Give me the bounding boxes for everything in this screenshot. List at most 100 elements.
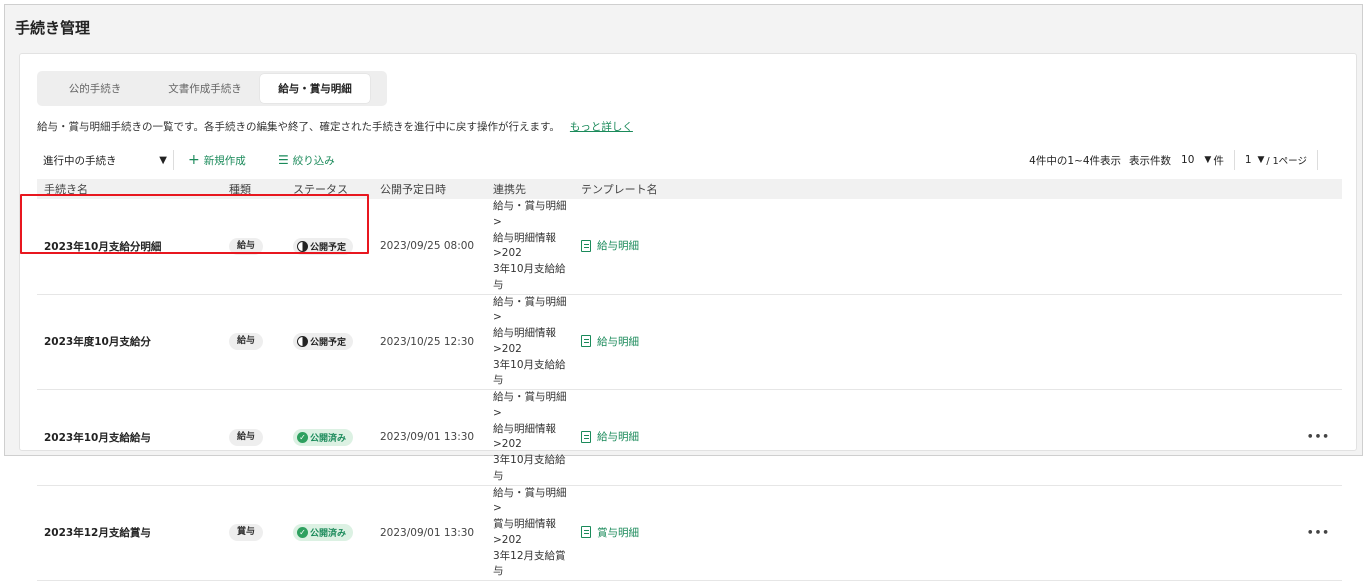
procedure-table: 手続き名 種類 ステータス 公開予定日時 連携先 テンプレート名 2023年10… xyxy=(37,179,1342,581)
tab-bar: 公的手続き 文書作成手続き 給与・賞与明細 xyxy=(37,71,387,106)
procedure-name[interactable]: 2023年度10月支給分 xyxy=(37,294,222,390)
header-name: 手続き名 xyxy=(37,179,222,199)
document-icon xyxy=(581,335,591,347)
table-row[interactable]: 2023年10月支給分明細 給与 公開予定 2023/09/25 08:00 給… xyxy=(37,199,1342,295)
document-icon xyxy=(581,526,591,538)
procedure-name[interactable]: 2023年10月支給分明細 xyxy=(37,199,222,295)
table-row[interactable]: 2023年10月支給給与 給与 ✓ 公開済み 2023/09/01 13:30 給… xyxy=(37,389,1342,486)
new-button[interactable]: + 新規作成 xyxy=(188,150,246,170)
type-badge: 賞与 xyxy=(229,524,263,542)
linked-to-line: 給与・賞与明細> xyxy=(493,200,567,228)
more-menu-button[interactable]: ••• xyxy=(734,389,1342,486)
status-label: 公開予定 xyxy=(310,338,347,349)
template-link[interactable]: 給与明細 xyxy=(581,429,639,444)
tab-document-procedures[interactable]: 文書作成手続き xyxy=(150,74,260,103)
check-circle-icon: ✓ xyxy=(297,527,308,539)
more-menu-button[interactable] xyxy=(734,294,1342,390)
type-badge: 給与 xyxy=(229,428,263,446)
new-button-label: 新規作成 xyxy=(203,154,246,167)
status-label: 公開済み xyxy=(310,433,347,444)
check-circle-icon: ✓ xyxy=(297,431,308,443)
status-badge: 公開予定 xyxy=(293,333,354,351)
status-label: 公開予定 xyxy=(310,242,347,253)
divider xyxy=(1233,150,1235,170)
status-label: 公開済み xyxy=(310,529,347,540)
linked-to-line: 3年10月支給給与 xyxy=(493,454,566,482)
publish-date: 2023/09/01 13:30 xyxy=(373,389,486,486)
status-badge: ✓ 公開済み xyxy=(293,428,354,446)
procedure-name[interactable]: 2023年12月支給賞与 xyxy=(37,485,222,581)
half-circle-icon xyxy=(297,240,308,252)
type-badge: 給与 xyxy=(229,333,263,351)
linked-to-line: 賞与明細情報>202 xyxy=(493,518,556,546)
linked-to: 給与・賞与明細> 給与明細情報>202 3年10月支給給与 xyxy=(486,294,574,390)
tab-public-procedures[interactable]: 公的手続き xyxy=(40,74,150,103)
procedure-filter-select[interactable]: 進行中の手続き ▼ xyxy=(37,150,174,170)
linked-to-line: 給与明細情報>202 xyxy=(493,422,556,451)
template-link[interactable]: 賞与明細 xyxy=(581,525,639,540)
toolbar: 進行中の手続き ▼ + 新規作成 ☰ 絞り込み 4件中の1~4件表示 表示件数 … xyxy=(37,150,1342,170)
header-actions xyxy=(734,179,1342,199)
page-total: / 1ページ xyxy=(1266,156,1307,167)
header-linked-to: 連携先 xyxy=(486,179,574,199)
caret-down-icon: ▼ xyxy=(1204,155,1212,165)
template-label: 賞与明細 xyxy=(597,526,639,539)
status-badge: ✓ 公開済み xyxy=(293,524,354,542)
main-panel: 公的手続き 文書作成手続き 給与・賞与明細 給与・賞与明細手続きの一覧です。各手… xyxy=(19,53,1357,581)
linked-to: 給与・賞与明細> 給与明細情報>202 3年10月支給給与 xyxy=(486,389,574,486)
plus-icon: + xyxy=(188,152,200,168)
header-type: 種類 xyxy=(222,179,286,199)
status-badge: 公開予定 xyxy=(293,237,354,255)
linked-to-line: 3年12月支給賞与 xyxy=(493,549,566,578)
app-frame: 手続き管理 公的手続き 文書作成手続き 給与・賞与明細 給与・賞与明細手続きの一… xyxy=(4,4,1363,581)
filter-lines-icon: ☰ xyxy=(278,153,289,167)
page-value: 1 xyxy=(1244,154,1252,166)
publish-date: 2023/09/01 13:30 xyxy=(373,485,486,581)
linked-to-line: 給与・賞与明細> xyxy=(493,391,567,419)
page-title: 手続き管理 xyxy=(15,19,91,37)
description: 給与・賞与明細手続きの一覧です。各手続きの編集や終了、確定された手続きを進行中に… xyxy=(37,119,633,134)
description-text: 給与・賞与明細手続きの一覧です。各手続きの編集や終了、確定された手続きを進行中に… xyxy=(37,121,560,133)
template-link[interactable]: 給与明細 xyxy=(581,238,639,253)
template-label: 給与明細 xyxy=(597,240,639,252)
linked-to: 給与・賞与明細> 給与明細情報>202 3年10月支給給与 xyxy=(486,199,574,295)
document-icon xyxy=(581,239,591,252)
filter-button[interactable]: ☰ 絞り込み xyxy=(278,150,335,170)
header-status: ステータス xyxy=(286,179,373,199)
per-page-label: 表示件数 xyxy=(1129,154,1172,167)
procedure-name[interactable]: 2023年10月支給給与 xyxy=(37,389,222,486)
table-row[interactable]: 2023年12月支給賞与 賞与 ✓ 公開済み 2023/09/01 13:30 給… xyxy=(37,485,1342,581)
page-select[interactable]: 1 ▼ xyxy=(1245,154,1265,166)
tab-payslips[interactable]: 給与・賞与明細 xyxy=(260,74,370,103)
learn-more-link[interactable]: もっと詳しく xyxy=(570,119,633,134)
pagination: 4件中の1~4件表示 表示件数 10 ▼ 件 1 ▼ / 1ページ xyxy=(1029,150,1318,170)
header-publish-date: 公開予定日時 xyxy=(373,179,486,199)
caret-down-icon: ▼ xyxy=(159,154,167,166)
caret-down-icon: ▼ xyxy=(1257,155,1265,165)
filter-select-value: 進行中の手続き xyxy=(43,154,117,167)
template-link[interactable]: 給与明細 xyxy=(581,334,639,349)
linked-to-line: 給与明細情報>202 xyxy=(493,231,556,260)
linked-to: 給与・賞与明細> 賞与明細情報>202 3年12月支給賞与 xyxy=(486,485,574,581)
more-menu-button[interactable]: ••• xyxy=(734,485,1342,581)
linked-to-line: 3年10月支給給与 xyxy=(493,358,566,387)
header-template: テンプレート名 xyxy=(574,179,734,199)
template-label: 給与明細 xyxy=(597,335,639,348)
table-row[interactable]: 2023年度10月支給分 給与 公開予定 2023/10/25 12:30 給与… xyxy=(37,294,1342,390)
per-page-unit: 件 xyxy=(1213,154,1224,167)
half-circle-icon xyxy=(297,336,308,348)
document-icon xyxy=(581,430,591,443)
divider xyxy=(1317,150,1318,170)
table-header: 手続き名 種類 ステータス 公開予定日時 連携先 テンプレート名 xyxy=(37,179,1342,199)
result-summary: 4件中の1~4件表示 xyxy=(1029,154,1122,167)
linked-to-line: 3年10月支給給与 xyxy=(493,263,566,291)
per-page-value: 10 xyxy=(1181,154,1195,166)
linked-to-line: 給与・賞与明細> xyxy=(493,486,567,515)
publish-date: 2023/10/25 12:30 xyxy=(373,294,486,390)
linked-to-line: 給与・賞与明細> xyxy=(493,295,567,324)
more-menu-button[interactable] xyxy=(734,199,1342,295)
type-badge: 給与 xyxy=(229,237,263,255)
per-page-select[interactable]: 10 ▼ xyxy=(1181,154,1211,166)
filter-button-label: 絞り込み xyxy=(292,154,335,167)
publish-date: 2023/09/25 08:00 xyxy=(373,199,486,295)
